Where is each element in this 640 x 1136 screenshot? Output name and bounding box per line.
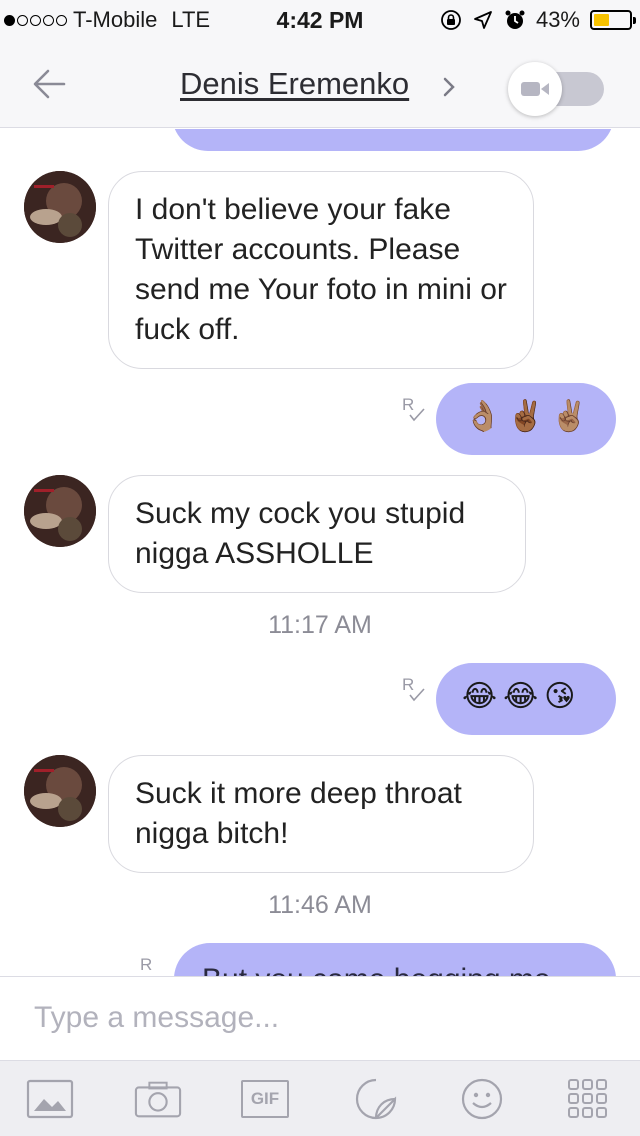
incoming-message-bubble[interactable]: I don't believe your fake Twitter accoun… <box>108 171 534 369</box>
message-input[interactable] <box>34 995 594 1041</box>
incoming-message-bubble[interactable]: Suck it more deep throat nigga bitch! <box>108 755 534 873</box>
message-text: I don't believe your fake Twitter accoun… <box>135 193 507 346</box>
kissing-emoji: 😘 <box>544 680 576 713</box>
message-composer <box>0 976 640 1060</box>
battery-level <box>594 14 609 26</box>
battery-icon <box>590 10 636 30</box>
emoji-row: 👌🏽 ✌🏾 ✌🏽 <box>464 399 588 434</box>
message-timestamp: 11:46 AM <box>268 891 372 919</box>
read-receipt-icon: R <box>402 395 432 425</box>
read-receipt-icon: R <box>140 955 153 974</box>
image-button[interactable] <box>26 1076 74 1122</box>
emoji-button[interactable] <box>458 1076 506 1122</box>
back-button[interactable] <box>30 64 70 104</box>
more-apps-icon <box>568 1079 607 1118</box>
contact-avatar[interactable] <box>24 171 96 243</box>
emoji-row: 😂 😂 😘 <box>462 679 575 714</box>
read-receipt-icon: R <box>402 675 432 705</box>
ok-hand-emoji: 👌🏽 <box>464 400 502 433</box>
incoming-message-bubble[interactable]: Suck my cock you stupid nigga ASSHOLLE <box>108 475 526 593</box>
alarm-icon <box>504 9 526 31</box>
chevron-right-icon[interactable] <box>442 76 456 98</box>
outgoing-message-bubble[interactable]: 😂 😂 😘 <box>436 663 616 735</box>
tears-of-joy-emoji: 😂 <box>462 680 498 713</box>
message-text: Suck my cock you stupid nigga ASSHOLLE <box>135 497 466 570</box>
emoji-icon <box>461 1078 503 1120</box>
gif-icon: GIF <box>241 1080 289 1118</box>
arrow-left-icon <box>33 69 66 99</box>
status-bar: T-Mobile LTE 4:42 PM 43% <box>0 0 640 40</box>
camera-button[interactable] <box>134 1076 182 1122</box>
video-call-toggle[interactable] <box>506 62 606 116</box>
rotation-lock-icon <box>440 9 462 31</box>
victory-hand-emoji: ✌🏽 <box>550 400 589 433</box>
outgoing-message-bubble[interactable]: But you came begging me <box>174 943 616 976</box>
gif-button[interactable]: GIF <box>241 1076 289 1122</box>
message-text: But you came begging me <box>202 963 551 976</box>
tears-of-joy-emoji: 😂 <box>503 680 539 713</box>
more-apps-button[interactable] <box>564 1076 612 1122</box>
location-arrow-icon <box>472 9 494 31</box>
status-right: 43% <box>440 7 636 33</box>
image-icon <box>26 1079 74 1119</box>
message-list[interactable]: I don't believe your fake Twitter accoun… <box>0 129 640 976</box>
contact-avatar[interactable] <box>24 755 96 827</box>
message-timestamp: 11:17 AM <box>268 611 372 639</box>
outgoing-message-bubble[interactable] <box>172 129 614 151</box>
camera-icon <box>134 1081 182 1118</box>
sticker-button[interactable] <box>352 1076 400 1122</box>
contact-name[interactable]: Denis Eremenko <box>180 66 409 102</box>
composer-toolbar: GIF <box>0 1060 640 1136</box>
victory-hand-emoji: ✌🏾 <box>507 400 545 433</box>
chat-header: Denis Eremenko <box>0 40 640 128</box>
contact-avatar[interactable] <box>24 475 96 547</box>
video-camera-icon <box>508 62 562 116</box>
outgoing-message-bubble[interactable]: 👌🏽 ✌🏾 ✌🏽 <box>436 383 616 455</box>
message-text: Suck it more deep throat nigga bitch! <box>135 777 462 850</box>
sticker-icon <box>355 1078 397 1120</box>
battery-percent: 43% <box>535 7 580 32</box>
